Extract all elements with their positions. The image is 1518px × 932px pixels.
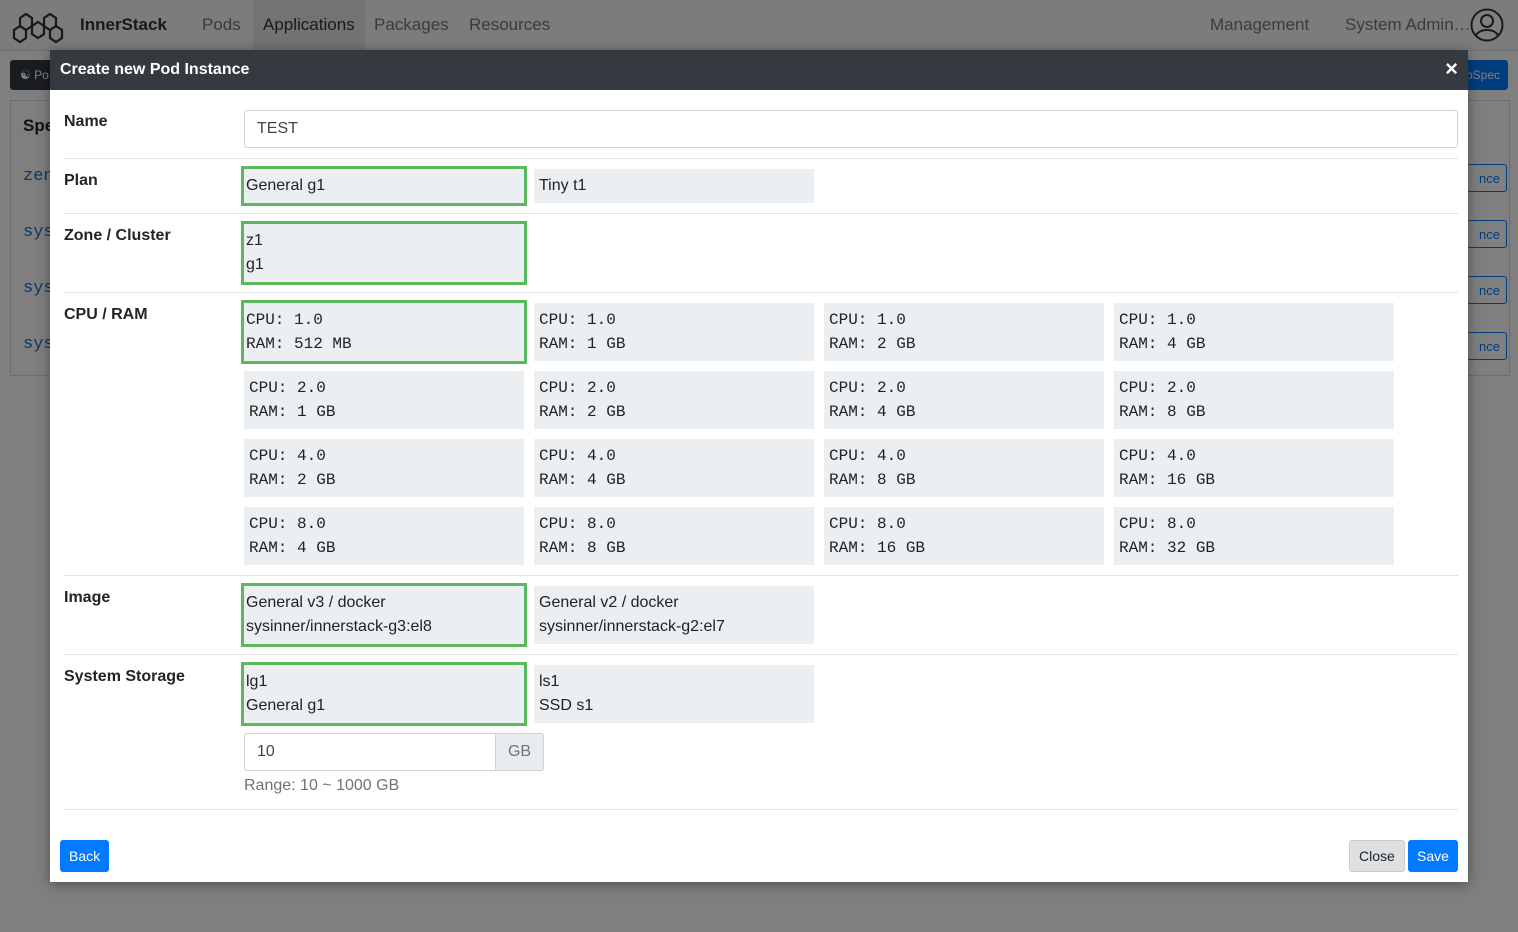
modal-header: Create new Pod Instance × bbox=[50, 50, 1468, 90]
close-button[interactable]: Close bbox=[1349, 840, 1405, 872]
plan-row: Plan General g1 Tiny t1 bbox=[64, 159, 1458, 214]
option-line: General g1 bbox=[246, 177, 326, 194]
option-line: RAM: 8 GB bbox=[829, 471, 916, 489]
option-line: RAM: 2 GB bbox=[829, 335, 916, 353]
cpu-ram-label: CPU / RAM bbox=[64, 306, 148, 323]
option-line: sysinner/innerstack-g2:el7 bbox=[539, 618, 725, 635]
option-line: ls1 bbox=[539, 673, 560, 690]
storage-size-input[interactable] bbox=[244, 733, 496, 771]
option-line: CPU: 4.0 bbox=[829, 447, 906, 465]
image-label: Image bbox=[64, 589, 111, 606]
option-line: CPU: 4.0 bbox=[249, 447, 326, 465]
option-line: SSD s1 bbox=[539, 697, 594, 714]
plan-option-tiny-t1[interactable]: Tiny t1 bbox=[534, 169, 814, 203]
option-line: RAM: 1 GB bbox=[249, 403, 336, 421]
zone-row: Zone / Cluster z1 g1 bbox=[64, 214, 1458, 293]
cpu-ram-option[interactable]: CPU: 4.0 RAM: 4 GB bbox=[534, 439, 814, 497]
save-button[interactable]: Save bbox=[1408, 840, 1458, 872]
option-line: RAM: 16 GB bbox=[829, 539, 926, 557]
cpu-ram-option[interactable]: CPU: 1.0 RAM: 2 GB bbox=[824, 303, 1104, 361]
cpu-ram-option[interactable]: CPU: 4.0 RAM: 2 GB bbox=[244, 439, 524, 497]
option-line: General v3 / docker bbox=[246, 594, 386, 611]
option-line: RAM: 4 GB bbox=[829, 403, 916, 421]
option-line: RAM: 8 GB bbox=[539, 539, 626, 557]
option-line: z1 bbox=[246, 232, 263, 249]
option-line: General v2 / docker bbox=[539, 594, 679, 611]
option-line: Tiny t1 bbox=[539, 177, 587, 194]
cpu-ram-option[interactable]: CPU: 2.0 RAM: 8 GB bbox=[1114, 371, 1394, 429]
option-line: RAM: 2 GB bbox=[249, 471, 336, 489]
storage-option-lg1[interactable]: lg1 General g1 bbox=[241, 662, 527, 726]
option-line: g1 bbox=[246, 256, 264, 273]
cpu-ram-option[interactable]: CPU: 4.0 RAM: 16 GB bbox=[1114, 439, 1394, 497]
option-line: sysinner/innerstack-g3:el8 bbox=[246, 618, 432, 635]
cpu-ram-row: CPU / RAM CPU: 1.0 RAM: 512 MB CPU: 1.0 RAM… bbox=[64, 293, 1458, 576]
option-line: RAM: 8 GB bbox=[1119, 403, 1206, 421]
option-line: CPU: 2.0 bbox=[539, 379, 616, 397]
cpu-ram-option[interactable]: CPU: 2.0 RAM: 4 GB bbox=[824, 371, 1104, 429]
option-line: CPU: 8.0 bbox=[249, 515, 326, 533]
storage-size-unit: GB bbox=[495, 733, 544, 771]
storage-range-hint: Range: 10 ~ 1000 GB bbox=[244, 777, 400, 794]
option-line: lg1 bbox=[246, 673, 268, 690]
cpu-ram-option[interactable]: CPU: 8.0 RAM: 32 GB bbox=[1114, 507, 1394, 565]
option-line: CPU: 1.0 bbox=[246, 311, 323, 329]
option-line: CPU: 1.0 bbox=[1119, 311, 1196, 329]
option-line: CPU: 8.0 bbox=[1119, 515, 1196, 533]
image-option-general-v3[interactable]: General v3 / docker sysinner/innerstack-… bbox=[241, 583, 527, 647]
cpu-ram-option[interactable]: CPU: 8.0 RAM: 8 GB bbox=[534, 507, 814, 565]
create-pod-modal: Create new Pod Instance × Name Plan Gene… bbox=[50, 50, 1468, 882]
option-line: CPU: 8.0 bbox=[829, 515, 906, 533]
cpu-ram-option[interactable]: CPU: 8.0 RAM: 4 GB bbox=[244, 507, 524, 565]
zone-label: Zone / Cluster bbox=[64, 227, 171, 244]
cpu-ram-option[interactable]: CPU: 1.0 RAM: 1 GB bbox=[534, 303, 814, 361]
cpu-ram-option[interactable]: CPU: 1.0 RAM: 4 GB bbox=[1114, 303, 1394, 361]
option-line: RAM: 16 GB bbox=[1119, 471, 1216, 489]
option-line: General g1 bbox=[246, 697, 326, 714]
name-label: Name bbox=[64, 113, 108, 130]
option-line: RAM: 4 GB bbox=[249, 539, 336, 557]
option-line: RAM: 4 GB bbox=[1119, 335, 1206, 353]
image-option-general-v2[interactable]: General v2 / docker sysinner/innerstack-… bbox=[534, 586, 814, 644]
option-line: CPU: 8.0 bbox=[539, 515, 616, 533]
option-line: CPU: 1.0 bbox=[539, 311, 616, 329]
option-line: RAM: 4 GB bbox=[539, 471, 626, 489]
option-line: RAM: 32 GB bbox=[1119, 539, 1216, 557]
option-line: RAM: 1 GB bbox=[539, 335, 626, 353]
back-button[interactable]: Back bbox=[60, 840, 110, 872]
option-line: CPU: 1.0 bbox=[829, 311, 906, 329]
storage-option-ls1[interactable]: ls1 SSD s1 bbox=[534, 665, 814, 723]
option-line: CPU: 4.0 bbox=[539, 447, 616, 465]
image-row: Image General v3 / docker sysinner/inner… bbox=[64, 576, 1458, 655]
option-line: RAM: 2 GB bbox=[539, 403, 626, 421]
option-line: CPU: 2.0 bbox=[249, 379, 326, 397]
storage-label: System Storage bbox=[64, 668, 185, 685]
name-input[interactable] bbox=[244, 110, 1458, 148]
cpu-ram-option[interactable]: CPU: 4.0 RAM: 8 GB bbox=[824, 439, 1104, 497]
zone-option-z1[interactable]: z1 g1 bbox=[241, 221, 527, 285]
cpu-ram-option[interactable]: CPU: 2.0 RAM: 2 GB bbox=[534, 371, 814, 429]
option-line: RAM: 512 MB bbox=[246, 335, 352, 353]
option-line: CPU: 4.0 bbox=[1119, 447, 1196, 465]
plan-option-general-g1[interactable]: General g1 bbox=[241, 166, 527, 206]
cpu-ram-option[interactable]: CPU: 8.0 RAM: 16 GB bbox=[824, 507, 1104, 565]
option-line: CPU: 2.0 bbox=[1119, 379, 1196, 397]
cpu-ram-option[interactable]: CPU: 2.0 RAM: 1 GB bbox=[244, 371, 524, 429]
close-icon[interactable]: × bbox=[1445, 57, 1458, 81]
modal-title: Create new Pod Instance bbox=[60, 61, 250, 78]
option-line: CPU: 2.0 bbox=[829, 379, 906, 397]
plan-label: Plan bbox=[64, 172, 98, 189]
cpu-ram-option[interactable]: CPU: 1.0 RAM: 512 MB bbox=[241, 300, 527, 364]
